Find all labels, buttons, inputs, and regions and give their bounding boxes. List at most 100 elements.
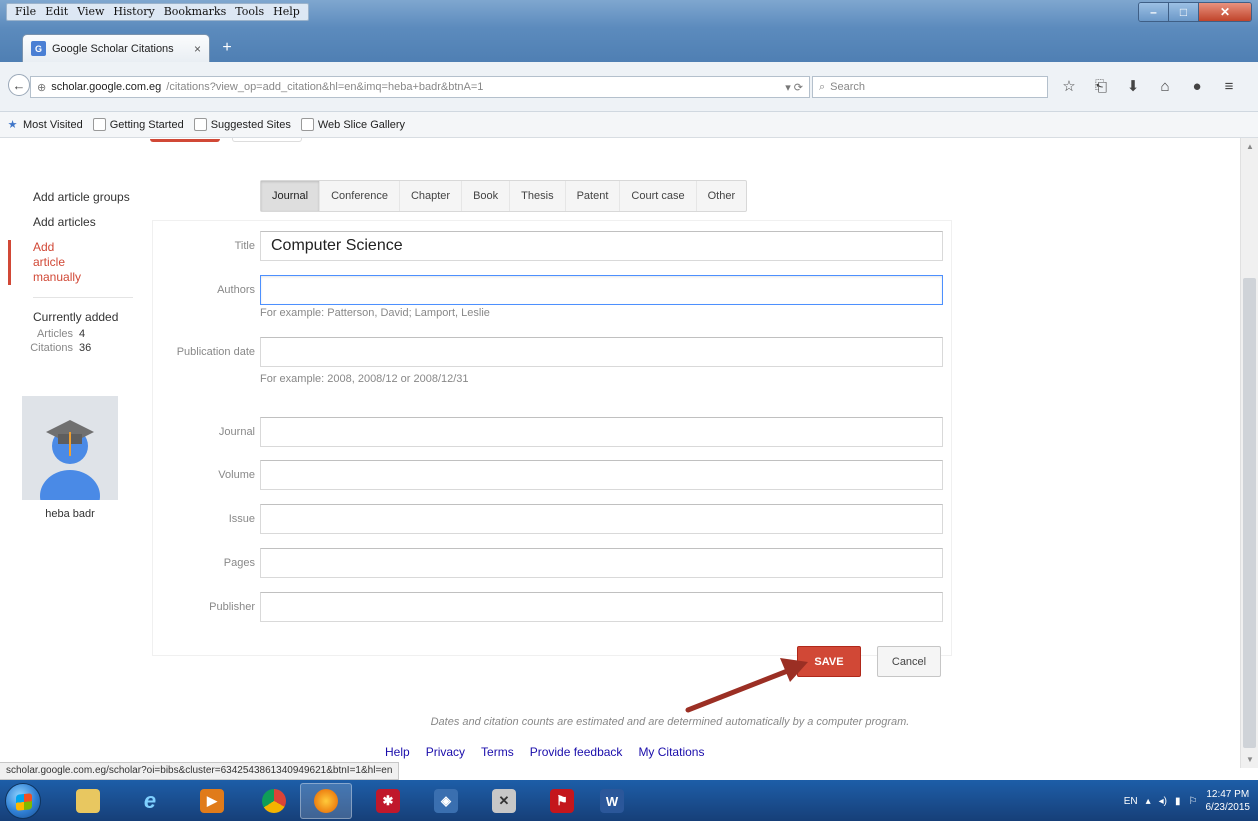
action-center-icon[interactable]: ⚐	[1189, 796, 1198, 807]
taskbar-tools[interactable]: ✕	[478, 783, 530, 819]
home-icon[interactable]: ⌂	[1156, 76, 1174, 96]
clipboard-icon[interactable]: ⎗	[1092, 76, 1110, 96]
url-path: /citations?view_op=add_citation&hl=en&im…	[166, 81, 484, 93]
publisher-input[interactable]	[260, 592, 943, 622]
internet-explorer-icon: e	[143, 788, 157, 813]
taskbar-word[interactable]: W	[586, 783, 638, 819]
tab-court-case[interactable]: Court case	[620, 181, 697, 211]
download-icon[interactable]: ⬇	[1124, 76, 1142, 96]
page-icon	[300, 118, 314, 131]
taskbar-firefox[interactable]	[300, 783, 352, 819]
menu-view[interactable]: View	[73, 4, 108, 20]
start-button[interactable]	[5, 783, 41, 819]
footer-link-terms[interactable]: Terms	[481, 745, 514, 759]
tab-book[interactable]: Book	[462, 181, 511, 211]
menu-tools[interactable]: Tools	[231, 4, 268, 20]
vertical-scrollbar[interactable]: ▲ ▼	[1240, 138, 1258, 768]
tab-chapter[interactable]: Chapter	[400, 181, 463, 211]
tab-journal[interactable]: Journal	[261, 181, 321, 211]
taskbar-chrome[interactable]	[248, 783, 300, 819]
citations-count-row: Citations 36	[8, 341, 93, 355]
title-input[interactable]	[260, 231, 943, 261]
volume-icon[interactable]: ◂)	[1159, 796, 1167, 807]
bookmark-most-visited[interactable]: ★ Most Visited	[6, 118, 83, 132]
avatar[interactable]	[22, 396, 118, 500]
sidebar-item-add-articles[interactable]: Add articles	[8, 215, 143, 230]
issue-input[interactable]	[260, 504, 943, 534]
tab-thesis[interactable]: Thesis	[510, 181, 566, 211]
clock[interactable]: 12:47 PM 6/23/2015	[1206, 788, 1251, 814]
bookmark-web-slice-gallery[interactable]: Web Slice Gallery	[300, 118, 405, 131]
journal-input[interactable]	[260, 417, 943, 447]
minimize-button[interactable]: –	[1139, 3, 1169, 21]
user-name[interactable]: heba badr	[22, 508, 118, 520]
authors-input[interactable]	[260, 275, 943, 305]
chat-icon[interactable]: ●	[1188, 76, 1206, 96]
tab-other[interactable]: Other	[697, 181, 747, 211]
menu-help[interactable]: Help	[269, 4, 304, 20]
menu-bookmarks[interactable]: Bookmarks	[160, 4, 231, 20]
app-icon: ◈	[434, 789, 458, 813]
taskbar-acrobat[interactable]: ⚑	[536, 783, 588, 819]
close-window-button[interactable]: ✕	[1199, 3, 1251, 21]
word-icon: W	[600, 789, 624, 813]
windows-logo-icon	[16, 793, 32, 811]
footer-link-my-citations[interactable]: My Citations	[638, 745, 704, 759]
save-button[interactable]: SAVE	[797, 646, 861, 677]
window-controls: – □ ✕	[1138, 2, 1252, 22]
toolbar-icons: ☆ ⎗ ⬇ ⌂ ● ≡	[1060, 76, 1238, 96]
footer-link-help[interactable]: Help	[385, 745, 410, 759]
bookmark-star-icon[interactable]: ☆	[1060, 76, 1078, 96]
sidebar-item-add-article-groups[interactable]: Add article groups	[8, 190, 143, 205]
maximize-button[interactable]: □	[1169, 3, 1199, 21]
authors-label: Authors	[217, 284, 255, 296]
back-button[interactable]: ←	[8, 74, 30, 96]
taskbar-ie[interactable]: e	[124, 783, 176, 819]
bookmark-suggested-sites[interactable]: Suggested Sites	[193, 118, 291, 131]
reload-icon[interactable]: ▾ ⟳	[785, 81, 803, 94]
taskbar-explorer[interactable]	[62, 783, 114, 819]
tray-expand-icon[interactable]: ▴	[1146, 796, 1151, 807]
taskbar-app-red[interactable]: ✱	[362, 783, 414, 819]
url-bar[interactable]: ⊕ scholar.google.com.eg/citations?view_o…	[30, 76, 810, 98]
browser-tab[interactable]: G Google Scholar Citations ×	[22, 34, 210, 62]
search-bar[interactable]: ⌕ Search	[812, 76, 1048, 98]
publication-date-input[interactable]	[260, 337, 943, 367]
network-icon[interactable]: ▮	[1175, 796, 1181, 807]
cancel-button[interactable]: Cancel	[877, 646, 941, 677]
new-tab-button[interactable]: +	[216, 37, 238, 59]
pages-label: Pages	[223, 557, 255, 569]
app-icon: ✱	[376, 789, 400, 813]
volume-input[interactable]	[260, 460, 943, 490]
page-icon	[92, 118, 106, 131]
tab-close-icon[interactable]: ×	[194, 42, 201, 56]
firefox-icon	[314, 789, 338, 813]
pages-input[interactable]	[260, 548, 943, 578]
scroll-down-icon[interactable]: ▼	[1246, 755, 1254, 764]
sidebar-item-add-article-manually[interactable]: Add article manually	[8, 240, 81, 285]
menu-edit[interactable]: Edit	[41, 4, 72, 20]
language-indicator[interactable]: EN	[1124, 796, 1138, 807]
menu-file[interactable]: File	[11, 4, 40, 20]
publisher-label: Publisher	[209, 601, 255, 613]
taskbar-app-blue[interactable]: ◈	[420, 783, 472, 819]
bookmark-getting-started[interactable]: Getting Started	[92, 118, 184, 131]
status-bar: scholar.google.com.eg/scholar?oi=bibs&cl…	[0, 762, 400, 780]
menu-history[interactable]: History	[109, 4, 158, 20]
volume-label: Volume	[218, 469, 255, 481]
tab-strip: G Google Scholar Citations × +	[22, 30, 238, 62]
menu-hamburger-icon[interactable]: ≡	[1220, 76, 1238, 96]
footer-link-provide-feedback[interactable]: Provide feedback	[530, 745, 623, 759]
scrollbar-thumb[interactable]	[1243, 278, 1256, 748]
chrome-icon	[262, 789, 286, 813]
scroll-up-icon[interactable]: ▲	[1246, 142, 1254, 151]
identity-icon[interactable]: ⊕	[37, 81, 46, 94]
window-titlebar: File Edit View History Bookmarks Tools H…	[0, 0, 1258, 62]
citations-label: Citations	[30, 342, 73, 354]
sidebar-divider	[33, 297, 133, 298]
taskbar-media[interactable]: ▶	[186, 783, 238, 819]
footer-link-privacy[interactable]: Privacy	[426, 745, 465, 759]
tab-patent[interactable]: Patent	[566, 181, 621, 211]
tab-conference[interactable]: Conference	[320, 181, 400, 211]
windows-taskbar: e ▶ ✱ ◈ ✕ ⚑ W EN ▴ ◂) ▮ ⚐ 12:47 PM 6/23/…	[0, 780, 1258, 821]
